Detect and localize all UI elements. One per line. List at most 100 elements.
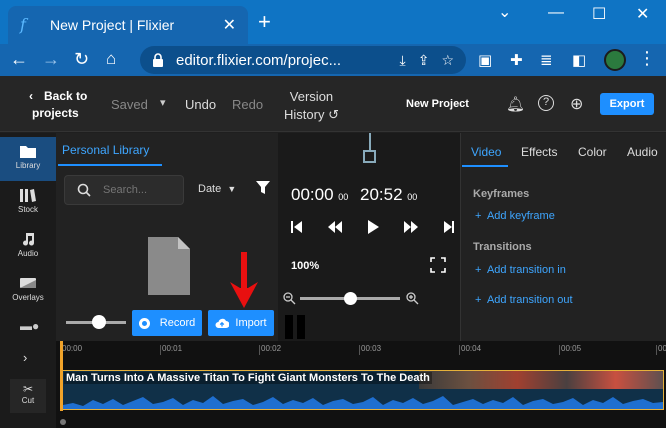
ruler-tick (160, 345, 161, 355)
preview-playhead-handle[interactable] (363, 150, 376, 163)
flixier-favicon-icon: f (20, 15, 26, 34)
rewind-icon[interactable] (327, 220, 343, 234)
menu-kebab-icon[interactable]: ⋮ (638, 48, 656, 69)
lock-icon (153, 53, 163, 67)
share-icon[interactable]: ⇪ (418, 52, 430, 69)
record-icon (138, 317, 150, 329)
maximize-icon[interactable]: ☐ (592, 4, 606, 24)
profile-avatar[interactable] (604, 49, 626, 71)
new-tab-icon[interactable]: + (258, 11, 271, 33)
tab-personal-library[interactable]: Personal Library (62, 143, 149, 157)
forward-arrow-icon[interactable]: → (42, 49, 60, 70)
red-arrow-annotation-icon (230, 252, 258, 308)
browser-tab[interactable]: f New Project | Flixier ✕ (8, 6, 248, 44)
video-clip[interactable]: Man Turns Into A Massive Titan To Fight … (62, 370, 664, 410)
timeline-playhead[interactable] (60, 341, 63, 411)
cloud-upload-icon (215, 318, 230, 328)
export-button[interactable]: Export (600, 93, 654, 115)
install-app-icon[interactable]: ⤓ (400, 52, 406, 69)
timeline-scroll-handle[interactable] (60, 419, 66, 425)
keyframes-heading: Keyframes (473, 188, 530, 200)
transitions-heading: Transitions (473, 241, 532, 253)
reading-list-icon[interactable]: ≣ (540, 51, 553, 69)
tab-title: New Project | Flixier (50, 17, 175, 33)
redo-button[interactable]: Redo (232, 97, 263, 112)
more-tools-icon[interactable]: ▬● (20, 319, 39, 333)
address-bar[interactable]: editor.flixier.com/projec... ⤓ ⇪ ☆ (140, 46, 466, 74)
history-clock-icon: ↺ (328, 107, 339, 122)
rail-item-stock[interactable]: Stock (0, 181, 56, 225)
tab-effects[interactable]: Effects (521, 145, 557, 159)
notifications-bell-icon[interactable]: 🔔︎ (506, 95, 525, 113)
tab-audio[interactable]: Audio (627, 145, 658, 159)
tab-video[interactable]: Video (471, 145, 501, 159)
preview-playhead-line (369, 133, 371, 150)
stock-icon (20, 189, 36, 202)
play-icon[interactable] (366, 220, 380, 234)
home-icon[interactable]: ⌂ (106, 49, 116, 69)
pause-icon[interactable] (284, 315, 308, 339)
preview-zoom-slider-knob[interactable] (344, 292, 357, 305)
zoom-out-icon[interactable] (283, 292, 296, 305)
folder-icon (20, 146, 36, 158)
back-line-1: Back to (44, 89, 88, 103)
version-history-button[interactable]: Version History ↺ (284, 88, 339, 124)
tab-color[interactable]: Color (578, 145, 607, 159)
fast-forward-icon[interactable] (403, 220, 419, 234)
tab-search-chevron-icon[interactable]: ⌄ (498, 2, 511, 22)
library-search[interactable] (64, 175, 184, 205)
rail-item-overlays[interactable]: Overlays (0, 269, 56, 313)
url-text: editor.flixier.com/projec... (176, 51, 342, 69)
language-globe-icon[interactable]: ⊕ (570, 94, 583, 114)
tab-close-icon[interactable]: ✕ (223, 15, 236, 35)
ruler-tick-label: 00:01 (162, 344, 183, 353)
search-input[interactable] (103, 184, 183, 196)
current-time-value: 00:00 (291, 185, 334, 204)
saved-dropdown-caret-icon[interactable]: ▾ (160, 96, 166, 109)
reload-icon[interactable]: ↻ (74, 49, 89, 70)
back-arrow-icon[interactable]: ← (10, 49, 28, 70)
browser-tab-bar: f New Project | Flixier ✕ + ⌄ — ☐ ✕ (0, 0, 666, 44)
cut-tool-button[interactable]: ✂ Cut (10, 379, 46, 413)
search-icon (77, 183, 91, 197)
extensions-puzzle-icon[interactable]: ✚ (510, 51, 523, 69)
add-transition-in-label: Add transition in (486, 264, 566, 276)
skip-to-start-icon[interactable] (290, 220, 304, 234)
rail-item-audio[interactable]: Audio (0, 225, 56, 269)
filter-icon[interactable] (256, 181, 270, 195)
back-line-2: projects (32, 106, 79, 120)
zoom-in-icon[interactable] (406, 292, 419, 305)
add-keyframe-label: Add keyframe (486, 210, 555, 222)
add-transition-in-button[interactable]: + Add transition in (475, 264, 566, 276)
fullscreen-icon[interactable] (430, 257, 446, 273)
extension-screenshot-icon[interactable]: ▣ (478, 51, 492, 69)
project-name[interactable]: New Project (406, 98, 469, 110)
active-tab-indicator (58, 164, 162, 166)
rail-item-library[interactable]: Library (0, 137, 56, 181)
minimize-icon[interactable]: — (548, 4, 564, 22)
skip-to-end-icon[interactable] (443, 220, 455, 234)
thumbnail-size-slider-knob[interactable] (92, 315, 106, 329)
rail-item-label: Audio (17, 249, 39, 258)
add-transition-out-label: Add transition out (486, 294, 573, 306)
help-icon[interactable]: ? (538, 95, 554, 111)
window-close-icon[interactable]: ✕ (636, 4, 649, 24)
audio-waveform (63, 396, 663, 409)
import-button[interactable]: Import (208, 310, 274, 336)
ruler-tick-label: 00:00 (62, 344, 83, 353)
plus-icon: + (475, 264, 482, 276)
add-transition-out-button[interactable]: + Add transition out (475, 294, 573, 306)
clip-title: Man Turns Into A Massive Titan To Fight … (64, 372, 432, 384)
bookmark-star-icon[interactable]: ☆ (441, 52, 454, 69)
ruler-tick (656, 345, 657, 355)
side-panel-icon[interactable]: ◧ (572, 51, 586, 69)
expand-chevron-icon[interactable]: › (23, 350, 27, 365)
music-note-icon (23, 233, 35, 246)
ruler-tick-label: 00:0 (658, 344, 666, 353)
undo-button[interactable]: Undo (185, 97, 216, 112)
add-keyframe-button[interactable]: + Add keyframe (475, 210, 555, 222)
rail-item-label: Library (15, 161, 41, 170)
sort-dropdown[interactable]: Date ▼ (198, 183, 236, 195)
back-to-projects-button[interactable]: ‹ Back to projects (29, 88, 88, 122)
record-button[interactable]: Record (132, 310, 202, 336)
